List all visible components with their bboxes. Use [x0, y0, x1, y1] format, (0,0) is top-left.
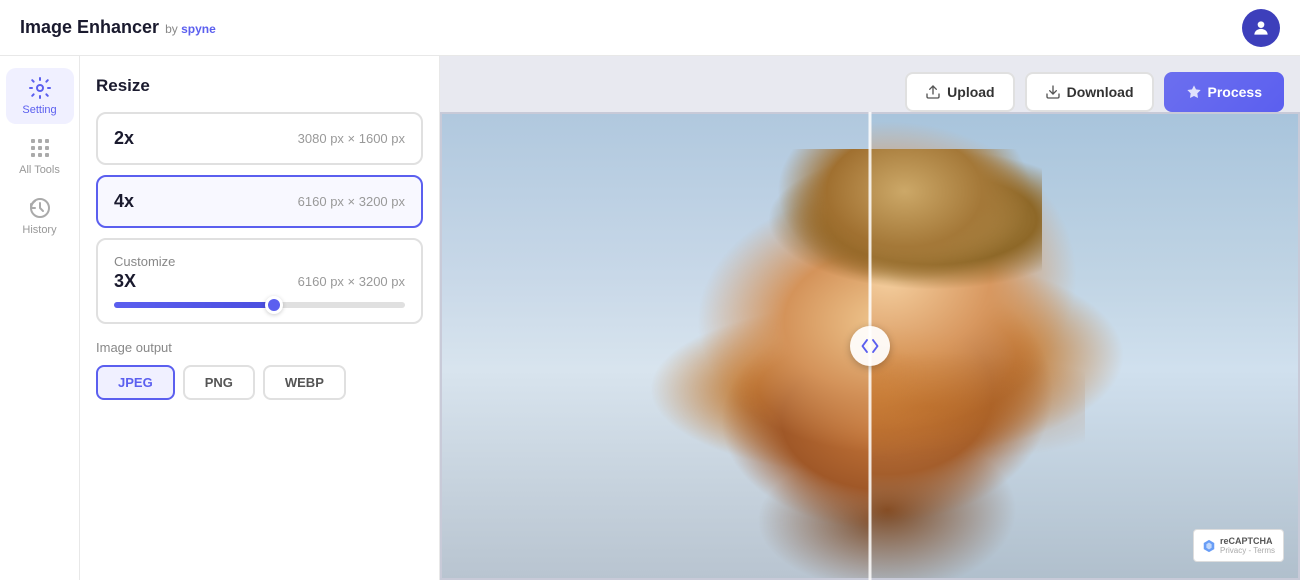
slider-fill [114, 302, 274, 308]
resize-option-4x[interactable]: 4x 6160 px × 3200 px [96, 175, 423, 228]
sidebar-label-setting: Setting [22, 104, 56, 116]
app-subtitle: by spyne [165, 22, 216, 36]
process-button[interactable]: Process [1164, 72, 1284, 112]
resize-dims-4x: 6160 px × 3200 px [298, 194, 405, 209]
customize-dims: 6160 px × 3200 px [298, 274, 405, 289]
sidebar-item-alltools[interactable]: All Tools [6, 128, 74, 184]
resize-dims-2x: 3080 px × 1600 px [298, 131, 405, 146]
app-title: Image Enhancer [20, 17, 159, 38]
avatar[interactable] [1242, 9, 1280, 47]
gear-icon [28, 76, 52, 100]
process-icon [1186, 84, 1202, 100]
recaptcha-subtext: Privacy - Terms [1220, 546, 1275, 555]
process-label: Process [1208, 84, 1262, 100]
header: Image Enhancer by spyne [0, 0, 1300, 56]
compare-handle[interactable] [850, 326, 890, 366]
action-bar: Upload Download Process [905, 72, 1284, 112]
person-after-wrapper [870, 112, 1300, 580]
download-icon [1045, 84, 1061, 100]
recaptcha-badge: reCAPTCHA Privacy - Terms [1193, 529, 1284, 562]
clothing-after [870, 309, 1085, 473]
recaptcha-icon [1202, 539, 1216, 553]
left-border [440, 112, 442, 580]
resize-label-2x: 2x [114, 128, 134, 149]
output-btn-webp[interactable]: WEBP [263, 365, 346, 400]
all-tools-icon [28, 136, 52, 160]
resize-option-2x[interactable]: 2x 3080 px × 1600 px [96, 112, 423, 165]
upload-button[interactable]: Upload [905, 72, 1014, 112]
output-btn-jpeg[interactable]: JPEG [96, 365, 175, 400]
output-btn-png[interactable]: PNG [183, 365, 255, 400]
panel-title: Resize [96, 76, 423, 96]
image-compare [440, 112, 1300, 580]
slider-track[interactable] [114, 302, 405, 308]
customize-box: Customize 3X 6160 px × 3200 px [96, 238, 423, 324]
after-image-container [870, 112, 1300, 580]
compare-arrows-icon [861, 337, 879, 355]
upload-label: Upload [947, 84, 994, 100]
sidebar-item-history[interactable]: History [6, 188, 74, 244]
user-icon [1251, 18, 1271, 38]
sidebar-label-history: History [22, 224, 56, 236]
output-label: Image output [96, 340, 423, 355]
slider-thumb[interactable] [265, 296, 283, 314]
hair-after [870, 149, 1042, 289]
history-icon [28, 196, 52, 220]
download-label: Download [1067, 84, 1134, 100]
logo: Image Enhancer by spyne [20, 17, 216, 38]
customize-title: Customize [114, 254, 405, 269]
sidebar-label-alltools: All Tools [19, 164, 60, 176]
brand-name: spyne [181, 22, 216, 36]
customize-header: 3X 6160 px × 3200 px [114, 271, 405, 292]
resize-label-4x: 4x [114, 191, 134, 212]
output-buttons: JPEG PNG WEBP [96, 365, 423, 400]
download-button[interactable]: Download [1025, 72, 1154, 112]
upload-icon [925, 84, 941, 100]
main-layout: Setting All Tools Histo [0, 56, 1300, 580]
customize-scale: 3X [114, 271, 136, 292]
recaptcha-text: reCAPTCHA [1220, 536, 1275, 546]
panel: Resize 2x 3080 px × 1600 px 4x 6160 px ×… [80, 56, 440, 580]
canvas-area: Upload Download Process [440, 56, 1300, 580]
sidebar: Setting All Tools Histo [0, 56, 80, 580]
sidebar-item-setting[interactable]: Setting [6, 68, 74, 124]
